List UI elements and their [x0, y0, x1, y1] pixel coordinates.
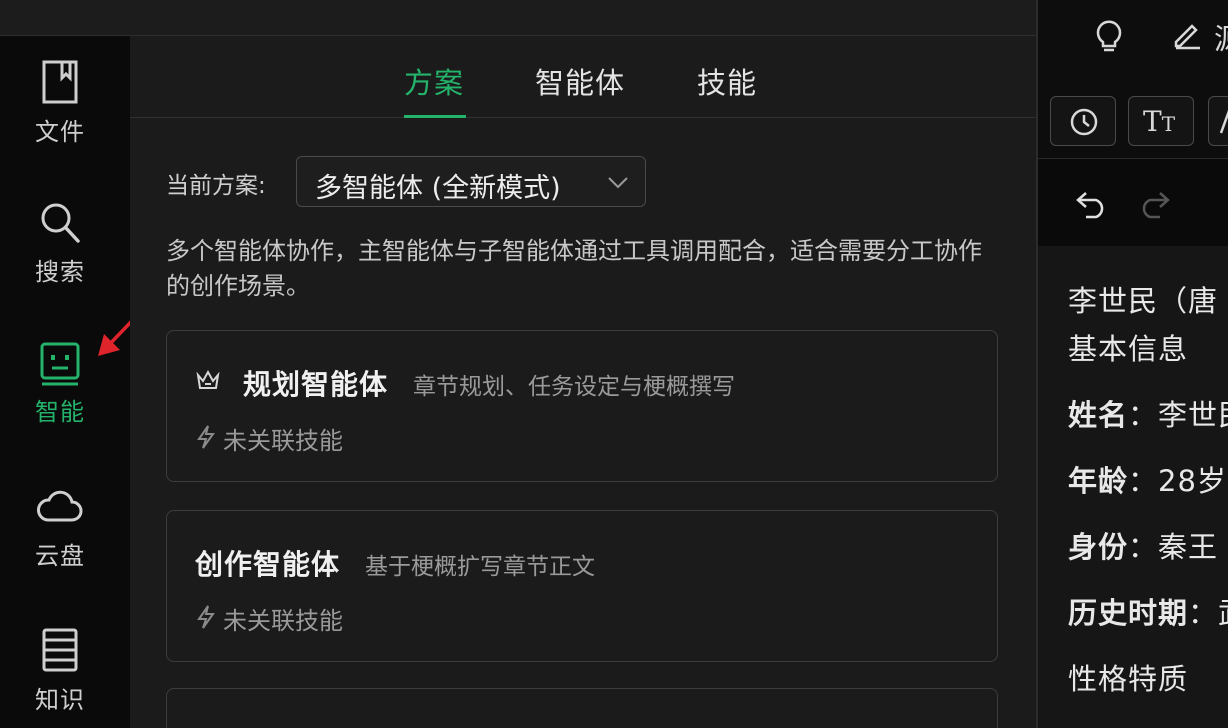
right-toolbar: 源 TT	[1038, 0, 1228, 158]
undo-icon[interactable]	[1074, 187, 1110, 219]
doc-line: 姓名：李世民	[1068, 398, 1228, 432]
doc-line: 基本信息	[1068, 332, 1189, 366]
sidebar-item-cloud[interactable]: 云盘	[0, 482, 120, 571]
sidebar-item-files[interactable]: 文件	[0, 58, 120, 147]
sidebar-item-label: 知识	[35, 686, 85, 714]
doc-line: 历史时期：武	[1068, 596, 1228, 630]
sidebar-item-knowledge[interactable]: 知识	[0, 626, 120, 715]
plan-description: 多个智能体协作，主智能体与子智能体通过工具调用配合，适合需要分工协作的创作场景。	[166, 237, 982, 300]
tab-agents[interactable]: 智能体	[535, 60, 625, 102]
font-size-icon: TT	[1143, 105, 1176, 138]
lightbulb-icon[interactable]	[1094, 18, 1124, 54]
chevron-down-icon	[608, 177, 628, 189]
lightning-icon	[197, 605, 215, 629]
sidebar-item-label: 文件	[35, 118, 85, 146]
doc-line: 年龄：28岁	[1068, 464, 1227, 498]
plan-select-value: 多智能体 (全新模式)	[315, 173, 561, 204]
doc-line: 李世民（唐	[1068, 284, 1219, 318]
bookmark-icon	[42, 60, 78, 104]
format-button[interactable]	[1208, 96, 1228, 146]
toolbar-partial-label: 源	[1214, 16, 1228, 58]
main-panel: 方案 智能体 技能 当前方案: 多智能体 (全新模式) 多个智能体协作，主智能体…	[130, 36, 1036, 728]
agent-name: 规划智能体	[243, 368, 389, 401]
agent-card-planning[interactable]: 规划智能体 章节规划、任务设定与梗概撰写 未关联技能	[166, 330, 998, 482]
sidebar-item-label: 云盘	[35, 542, 85, 570]
crown-icon	[196, 369, 220, 389]
agent-name: 创作智能体	[195, 548, 341, 581]
cloud-icon	[37, 490, 83, 522]
tab-bar: 方案 智能体 技能	[130, 36, 1036, 118]
agent-card-writing[interactable]: 创作智能体 基于梗概扩写章节正文 未关联技能	[166, 510, 998, 662]
plan-select[interactable]: 多智能体 (全新模式)	[296, 156, 646, 207]
agent-card-partial[interactable]	[166, 688, 998, 728]
history-button[interactable]	[1050, 96, 1116, 146]
sidebar-item-label: 搜索	[35, 258, 85, 286]
robot-face-icon	[40, 342, 80, 386]
font-size-button[interactable]: TT	[1128, 96, 1194, 146]
list-icon	[42, 628, 78, 672]
active-tab-indicator	[404, 115, 466, 118]
title-bar	[0, 0, 1036, 36]
agent-description: 章节规划、任务设定与梗概撰写	[413, 374, 735, 400]
format-icon	[1219, 110, 1228, 134]
history-icon	[1070, 108, 1098, 136]
redo-icon[interactable]	[1136, 187, 1172, 219]
agent-description: 基于梗概扩写章节正文	[365, 554, 595, 580]
doc-line: 性格特质	[1068, 662, 1189, 696]
doc-line: 身份：秦王	[1068, 530, 1219, 564]
right-panel: 源 TT 李世民（唐 基本信息 姓名：李世民 年龄：28岁 身份：秦王 历	[1036, 0, 1228, 728]
agent-skill-status: 未关联技能	[223, 607, 343, 635]
lightning-icon	[197, 425, 215, 449]
agent-skill-status: 未关联技能	[223, 427, 343, 455]
undo-redo-bar	[1038, 158, 1228, 246]
tab-plan[interactable]: 方案	[404, 60, 464, 102]
sidebar-item-search[interactable]: 搜索	[0, 198, 120, 287]
tab-skills[interactable]: 技能	[697, 60, 757, 102]
pencil-icon[interactable]	[1172, 20, 1202, 50]
left-sidebar: 文件 搜索 智能 云盘 知识	[0, 36, 130, 728]
sidebar-item-label: 智能	[35, 398, 85, 426]
search-icon	[41, 203, 80, 243]
plan-label: 当前方案:	[166, 173, 266, 199]
